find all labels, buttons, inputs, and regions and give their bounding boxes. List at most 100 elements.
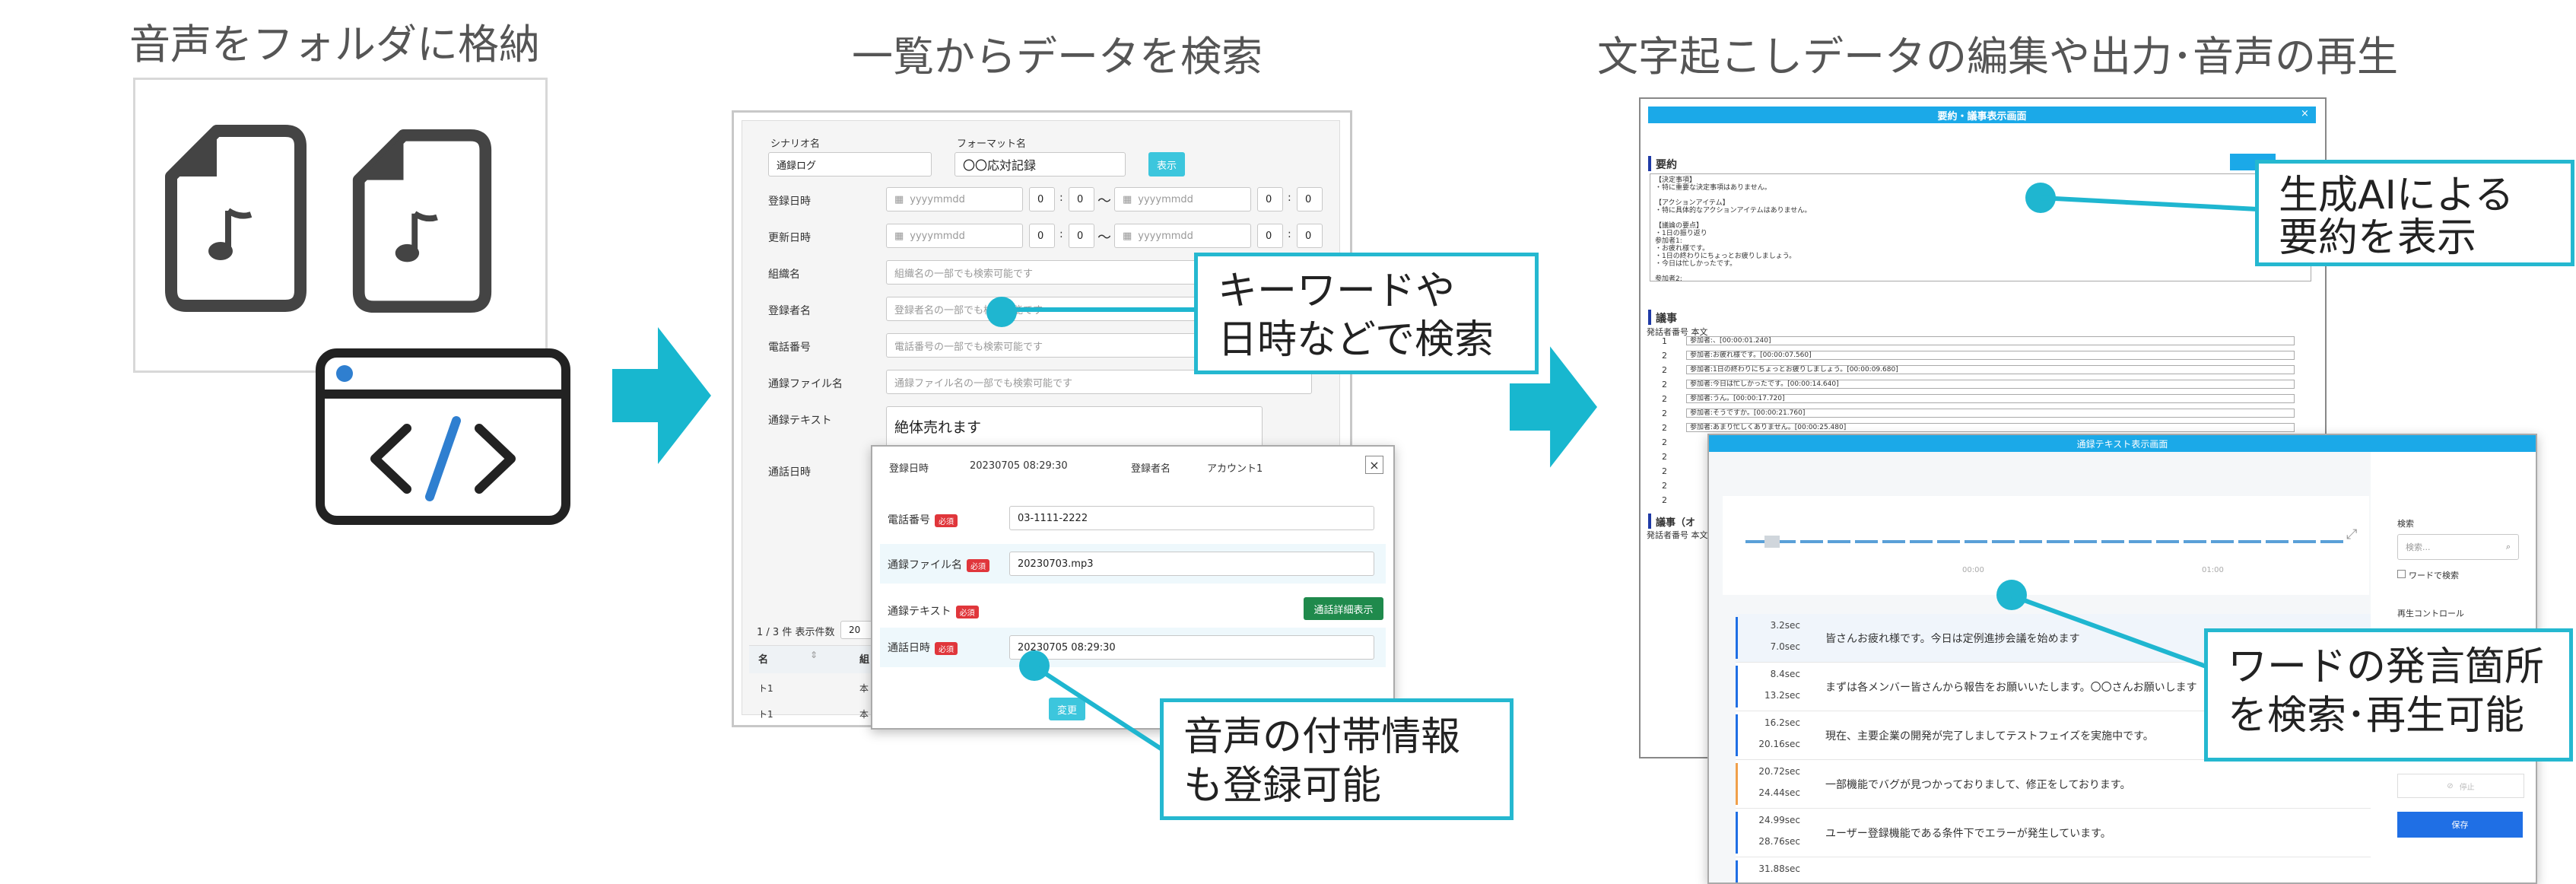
expand-icon[interactable]: ⤢ — [2346, 526, 2357, 542]
detail-modal: 登録日時 20230705 08:29:30 登録者名 アカウント1 × 電話番… — [871, 445, 1395, 730]
updated-from-minute[interactable]: 0 — [1069, 224, 1094, 248]
summary-heading: 要約 — [1656, 159, 1677, 171]
segment-text[interactable]: 皆さんお疲れ様です。今日は定例進捗会議を始めます — [1825, 631, 2080, 646]
registered-to-date[interactable]: ▦ yyyymmdd — [1114, 187, 1251, 211]
modal-file-input[interactable]: 20230703.mp3 — [1009, 552, 1374, 576]
table-row-org[interactable]: 本 — [859, 708, 869, 720]
speaker-bar — [1736, 763, 1738, 805]
modal-reg-datetime-value: 20230705 08:29:30 — [970, 460, 1068, 472]
waveform[interactable] — [1745, 526, 2346, 557]
updated-to-hour[interactable]: 0 — [1257, 224, 1283, 248]
speaker-number: 2 — [1662, 409, 1667, 418]
speaker-number: 1 — [1662, 336, 1667, 346]
summary-line: ・今日は忙しかったです。 — [1655, 260, 1737, 268]
code-window-icon — [316, 348, 570, 525]
scenario-select[interactable]: 通録ログ — [768, 152, 932, 176]
speaker-number: 2 — [1662, 380, 1667, 390]
segment-text[interactable]: まずは各メンバー皆さんから報告をお願いいたします。〇〇さんお願いします — [1825, 679, 2197, 695]
speaker-bar — [1736, 812, 1738, 854]
transcript-row[interactable]: 20.72sec 24.44sec 一部機能でバグが見つかっておりまして、修正をして… — [1736, 760, 2371, 809]
segment-text[interactable]: ユーザー登録機能である条件下でエラーが発生しています。 — [1825, 825, 2111, 841]
speaker-number: 2 — [1662, 394, 1667, 404]
transcript-title-bar: 通録テキスト表示画面 — [1709, 435, 2536, 452]
table-row-name[interactable]: ト1 — [758, 682, 773, 695]
summary-line — [1655, 192, 2306, 199]
change-button[interactable]: 変更 — [1049, 698, 1085, 720]
summary-line: 参加者2: — [1655, 275, 1682, 281]
updated-to-minute[interactable]: 0 — [1297, 224, 1323, 248]
search-label: 検索 — [2397, 519, 2414, 529]
minutes-line-input[interactable]: 参加者:お疲れ様です。[00:00:07.560] — [1686, 351, 2295, 360]
audio-player[interactable]: ⤢ 00:00 01:00 — [1723, 496, 2369, 595]
updated-label: 更新日時 — [768, 232, 811, 244]
updated-to-date[interactable]: ▦ yyyymmdd — [1114, 224, 1251, 248]
right-arrow-icon — [612, 327, 711, 464]
tilde: 〜 — [1097, 230, 1111, 246]
speaker-number: 2 — [1662, 452, 1667, 462]
registered-to-hour[interactable]: 0 — [1257, 187, 1283, 211]
format-select[interactable]: 〇〇応対記録 — [954, 152, 1126, 176]
word-search-checkbox[interactable]: ワードで検索 — [2397, 569, 2459, 581]
summary-line: ・特に重要な決定事項はありません。 — [1655, 184, 1771, 192]
segment-text[interactable]: 現在、主要企業の開発が完了しましてテストフェイズを実施中です。 — [1825, 728, 2154, 743]
stop-button[interactable]: ⊘ 停止 — [2397, 774, 2524, 798]
modal-call-datetime-input[interactable]: 20230705 08:29:30 — [1009, 635, 1374, 660]
callout-marker — [986, 297, 1017, 327]
minutes-line-input[interactable]: 参加者:、[00:00:01.240] — [1686, 336, 2295, 345]
registered-to-minute[interactable]: 0 — [1297, 187, 1323, 211]
speaker-number: 2 — [1662, 481, 1667, 491]
summary-textarea[interactable]: 【決定事項】 ・特に重要な決定事項はありません。 【アクションアイテム】 ・特に具体的… — [1650, 173, 2311, 281]
text-input[interactable]: 絶体売れます — [886, 406, 1263, 449]
registered-from-hour[interactable]: 0 — [1029, 187, 1055, 211]
modal-call-datetime-label: 通話日時 必須 — [888, 640, 958, 655]
modal-text-label: 通録テキスト 必須 — [888, 603, 979, 618]
time-mark: 01:00 — [2202, 566, 2224, 574]
colon: : — [1288, 192, 1291, 204]
minutes-line-input[interactable]: 参加者:あまり忙しくありません。[00:00:25.480] — [1686, 423, 2295, 432]
segment-start-time: 20.72sec — [1758, 766, 1800, 777]
col-header-org[interactable]: 組 — [859, 651, 869, 666]
keyword-search-callout: キーワードや 日時などで検索 — [1194, 253, 1539, 374]
calendar-icon: ▦ — [1123, 230, 1132, 242]
transcript-search-input[interactable]: 検索... ⌕ — [2397, 534, 2519, 560]
table-row-name[interactable]: ト1 — [758, 708, 773, 720]
summary-line: 参加者1: — [1655, 237, 1682, 245]
segment-start-time: 8.4sec — [1770, 669, 1800, 679]
updated-from-date[interactable]: ▦ yyyymmdd — [886, 224, 1023, 248]
minutes-line-input[interactable]: 参加者:1日の終わりにちょっとお疲りしましょう。[00:00:09.680] — [1686, 365, 2295, 374]
segment-text[interactable]: 一部機能でバグが見つかっておりまして、修正をしております。 — [1825, 777, 2131, 792]
page-size-select[interactable]: 20 — [840, 621, 875, 639]
segment-start-time: 3.2sec — [1770, 620, 1800, 631]
file-label: 通録ファイル名 — [768, 378, 843, 390]
minutes-heading: 議事 — [1656, 313, 1677, 325]
step2-heading: 一覧からデータを検索 — [852, 33, 1263, 81]
modal-phone-input[interactable]: 03-1111-2222 — [1009, 506, 1374, 530]
minutes-line-input[interactable]: 参加者:うん。[00:00:17.720] — [1686, 394, 2295, 403]
call-datetime-label: 通話日時 — [768, 466, 811, 479]
ai-summary-callout: 生成AIによる 要約を表示 — [2255, 160, 2574, 266]
speaker-bar — [1736, 860, 1738, 882]
col-header-name[interactable]: 名 — [758, 651, 768, 666]
registered-from-date[interactable]: ▦ yyyymmdd — [886, 187, 1023, 211]
stop-icon: ⊘ — [2447, 781, 2454, 790]
call-detail-button[interactable]: 通話詳細表示 — [1304, 597, 1383, 620]
sort-icon[interactable]: ⇕ — [810, 650, 818, 660]
show-button[interactable]: 表示 — [1148, 152, 1185, 176]
modal-reg-datetime-label: 登録日時 — [889, 463, 929, 475]
transcript-row[interactable]: 31.88sec — [1736, 857, 2371, 882]
checkbox-icon — [2397, 570, 2406, 578]
minutes-line-input[interactable]: 参加者:今日は忙しかったです。[00:00:14.640] — [1686, 380, 2295, 389]
step1-heading: 音声をフォルダに格納 — [129, 21, 540, 68]
updated-from-hour[interactable]: 0 — [1029, 224, 1055, 248]
minutes-line-input[interactable]: 参加者:そうですか。[00:00:21.760] — [1686, 409, 2295, 418]
close-icon[interactable]: × — [2301, 108, 2309, 119]
speaker-number: 2 — [1662, 495, 1667, 505]
registered-from-minute[interactable]: 0 — [1069, 187, 1094, 211]
table-row-org[interactable]: 本 — [859, 682, 869, 695]
close-icon[interactable]: × — [1365, 456, 1383, 474]
save-button[interactable]: 保存 — [2397, 812, 2523, 838]
segment-start-time: 31.88sec — [1758, 863, 1800, 874]
segment-end-time: 20.16sec — [1758, 739, 1800, 749]
playback-label: 再生コントロール — [2397, 609, 2464, 618]
transcript-row[interactable]: 24.99sec 28.76sec ユーザー登録機能である条件下でエラーが発生してい… — [1736, 809, 2371, 857]
